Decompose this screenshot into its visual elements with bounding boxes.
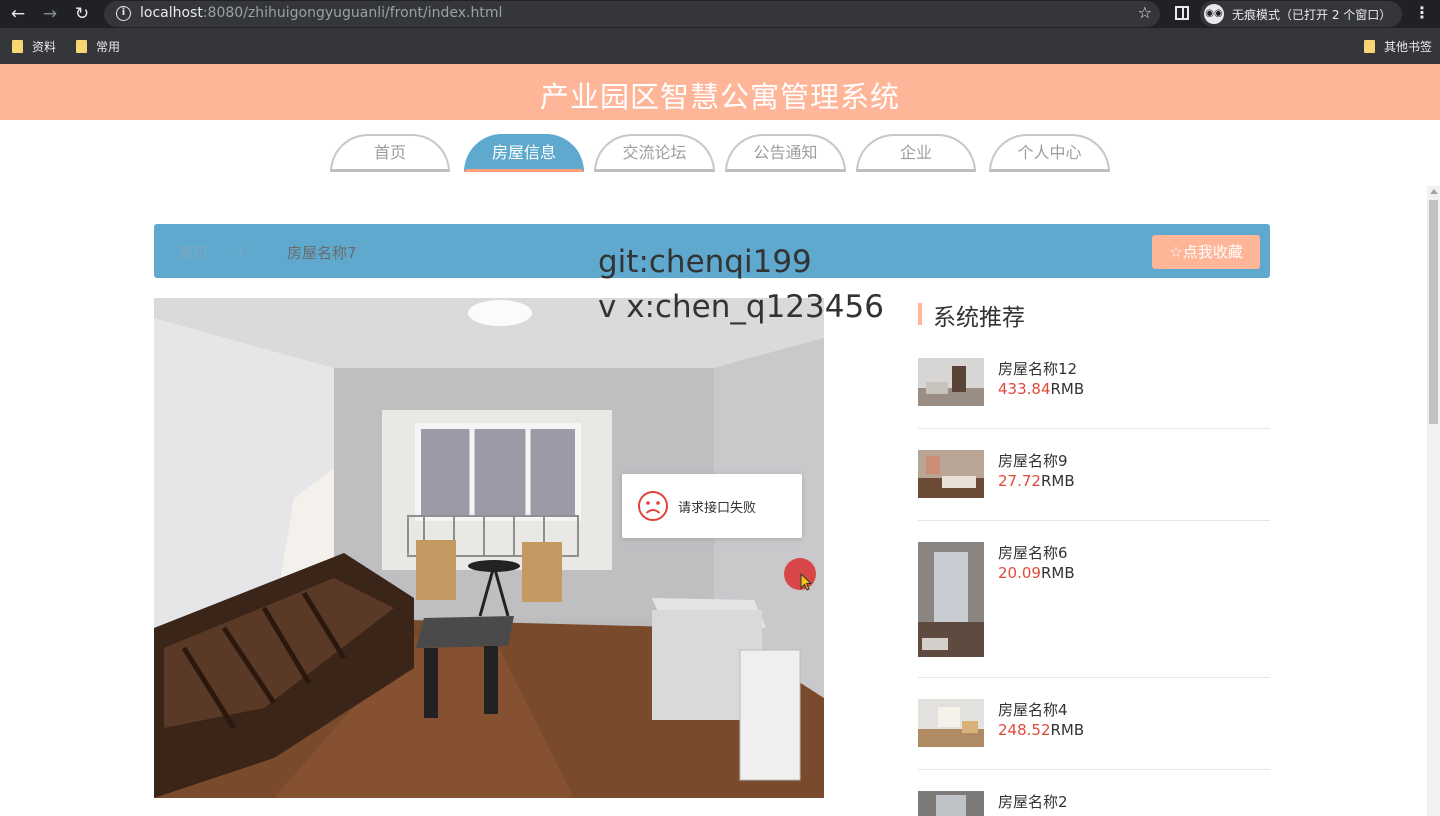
toast-message: 请求接口失败 (678, 501, 757, 516)
room-photo-illustration (154, 298, 824, 798)
incognito-icon: ◉◉ (1204, 4, 1224, 24)
price-unit: RMB (1050, 721, 1085, 739)
recommend-item[interactable]: 房屋名称2 (918, 791, 1270, 816)
url-text[interactable]: localhost:8080/zhihuigongyuguanli/front/… (140, 5, 502, 21)
nav-tab-profile[interactable]: 个人中心 (989, 134, 1110, 172)
folder-icon (1364, 40, 1375, 53)
recommend-thumbnail[interactable] (918, 358, 984, 406)
watermark-line-1: git:chenqi199 (598, 244, 812, 280)
bookmark-folder[interactable]: 资料 (12, 38, 56, 55)
recommend-price: 20.09RMB (998, 564, 1075, 582)
section-accent-bar (918, 303, 922, 325)
scroll-up-arrow-icon[interactable] (1430, 189, 1438, 194)
recommend-thumbnail[interactable] (918, 542, 984, 657)
thumbnail-image (918, 791, 984, 816)
url-path: :8080/zhihuigongyuguanli/front/index.htm… (202, 5, 503, 21)
folder-icon (76, 40, 87, 53)
recommend-price: 27.72RMB (998, 472, 1075, 490)
watermark-line-2: v x:chen_q123456 (598, 289, 884, 325)
price-unit: RMB (1040, 472, 1075, 490)
site-title: 产业园区智慧公寓管理系统 (539, 80, 900, 114)
recommend-item[interactable]: 房屋名称6 20.09RMB (918, 542, 1270, 678)
nav-tab-home[interactable]: 首页 (330, 134, 450, 172)
favorite-button[interactable]: ☆点我收藏 (1152, 235, 1260, 269)
nav-tab-forum[interactable]: 交流论坛 (594, 134, 715, 172)
recommend-title: 系统推荐 (933, 305, 1025, 331)
thumbnail-image (918, 450, 984, 498)
recommend-thumbnail[interactable] (918, 699, 984, 747)
recommend-price: 248.52RMB (998, 721, 1084, 739)
recommend-name[interactable]: 房屋名称12 (998, 358, 1077, 379)
page-scrollbar[interactable] (1427, 186, 1440, 816)
thumbnail-image (918, 358, 984, 406)
bookmark-folder-other[interactable]: 其他书签 (1364, 38, 1432, 55)
price-value: 433.84 (998, 380, 1051, 398)
scroll-thumb[interactable] (1429, 200, 1438, 424)
mouse-cursor-icon (800, 573, 813, 591)
bookmark-label: 常用 (96, 40, 121, 54)
folder-icon (12, 40, 23, 53)
nav-tab-company[interactable]: 企业 (856, 134, 976, 172)
thumbnail-image (918, 542, 984, 657)
recommend-item[interactable]: 房屋名称4 248.52RMB (918, 699, 1270, 770)
back-icon[interactable]: ← (8, 4, 28, 24)
browser-menu-icon[interactable]: ⋮ (1414, 3, 1430, 22)
bookmarks-bar: 资料 常用 其他书签 (0, 28, 1440, 64)
recommend-thumbnail[interactable] (918, 450, 984, 498)
sad-face-icon (638, 491, 668, 521)
main-nav: 首页 房屋信息 交流论坛 公告通知 企业 个人中心 (0, 134, 1440, 174)
site-info-icon[interactable]: i (116, 6, 131, 21)
thumbnail-image (918, 699, 984, 747)
url-host: localhost (140, 5, 203, 21)
bookmark-label: 其他书签 (1384, 40, 1433, 54)
breadcrumb-current: 房屋名称7 (287, 244, 357, 262)
bookmark-label: 资料 (32, 40, 57, 54)
recommend-item[interactable]: 房屋名称12 433.84RMB (918, 358, 1270, 429)
nav-tab-house-info[interactable]: 房屋信息 (464, 134, 584, 172)
price-unit: RMB (1040, 564, 1075, 582)
nav-tab-notices[interactable]: 公告通知 (725, 134, 846, 172)
incognito-label: 无痕模式（已打开 2 个窗口） (1232, 8, 1392, 22)
browser-toolbar: ← → ↻ i localhost:8080/zhihuigongyuguanl… (0, 0, 1440, 28)
reload-icon[interactable]: ↻ (72, 4, 92, 24)
price-value: 248.52 (998, 721, 1051, 739)
recommend-name[interactable]: 房屋名称2 (998, 791, 1068, 812)
error-toast: 请求接口失败 (622, 474, 802, 538)
recommend-name[interactable]: 房屋名称6 (998, 542, 1068, 563)
bookmark-folder[interactable]: 常用 (76, 38, 120, 55)
recommend-name[interactable]: 房屋名称4 (998, 699, 1068, 720)
breadcrumb-home[interactable]: 首页 (178, 242, 208, 263)
house-photo (154, 298, 824, 798)
incognito-indicator[interactable]: ◉◉ 无痕模式（已打开 2 个窗口） (1200, 1, 1402, 27)
price-value: 27.72 (998, 472, 1041, 490)
price-unit: RMB (1050, 380, 1085, 398)
side-panel-icon[interactable] (1175, 6, 1189, 20)
bookmark-star-icon[interactable]: ☆ (1138, 3, 1152, 22)
forward-icon[interactable]: → (40, 4, 60, 24)
breadcrumb-separator: / (238, 242, 244, 260)
recommend-name[interactable]: 房屋名称9 (998, 450, 1068, 471)
price-value: 20.09 (998, 564, 1041, 582)
site-header: 产业园区智慧公寓管理系统 (0, 64, 1440, 120)
address-bar[interactable]: i localhost:8080/zhihuigongyuguanli/fron… (104, 1, 1160, 27)
recommend-item[interactable]: 房屋名称9 27.72RMB (918, 450, 1270, 521)
recommend-thumbnail[interactable] (918, 791, 984, 816)
recommend-price: 433.84RMB (998, 380, 1084, 398)
